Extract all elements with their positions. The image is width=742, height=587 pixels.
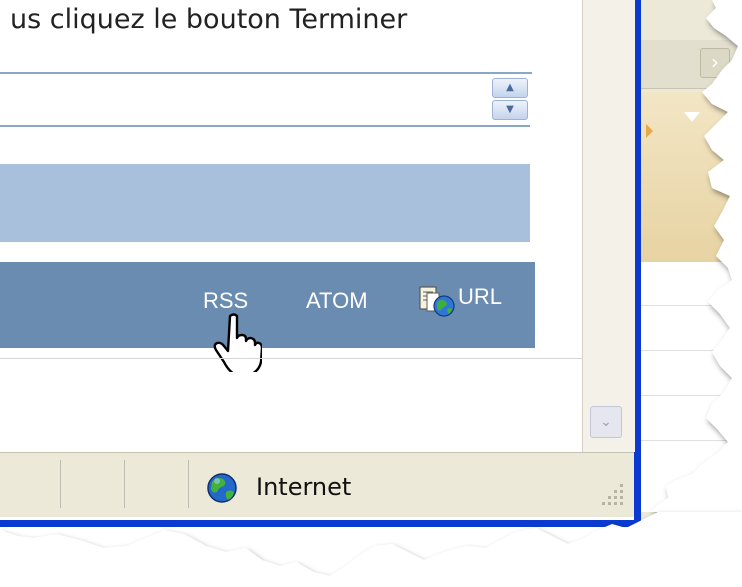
status-divider xyxy=(188,460,190,508)
scroll-up-button[interactable]: ▲ xyxy=(492,78,528,98)
scroll-down-arrow-button[interactable]: ⌄ xyxy=(590,406,622,438)
dropdown-triangle-icon[interactable] xyxy=(684,112,700,122)
background-row-divider xyxy=(640,440,742,441)
background-list xyxy=(640,262,742,512)
status-divider xyxy=(124,460,126,508)
vertical-scrollbar[interactable] xyxy=(582,0,635,452)
globe-icon xyxy=(207,473,237,503)
instruction-text: us cliquez le bouton Terminer xyxy=(10,4,408,35)
options-panel xyxy=(0,164,530,242)
security-zone-label: Internet xyxy=(256,473,352,501)
scroll-down-button[interactable]: ▼ xyxy=(492,100,528,120)
atom-link[interactable]: ATOM xyxy=(306,288,368,314)
document-globe-icon[interactable] xyxy=(418,285,458,319)
content-divider xyxy=(0,358,582,359)
background-row-divider xyxy=(640,350,742,351)
url-link[interactable]: URL xyxy=(458,284,502,310)
hand-pointer-icon xyxy=(213,313,262,372)
background-row-divider xyxy=(640,395,742,396)
url-textarea[interactable] xyxy=(0,75,530,127)
background-row-divider xyxy=(640,305,742,306)
background-scroll-right-button[interactable]: › xyxy=(700,48,730,78)
resize-grip-icon[interactable] xyxy=(598,478,628,508)
diamond-marker-icon xyxy=(646,124,653,138)
field-top-border xyxy=(0,72,532,74)
status-divider xyxy=(60,460,62,508)
rss-link[interactable]: RSS xyxy=(203,288,248,314)
